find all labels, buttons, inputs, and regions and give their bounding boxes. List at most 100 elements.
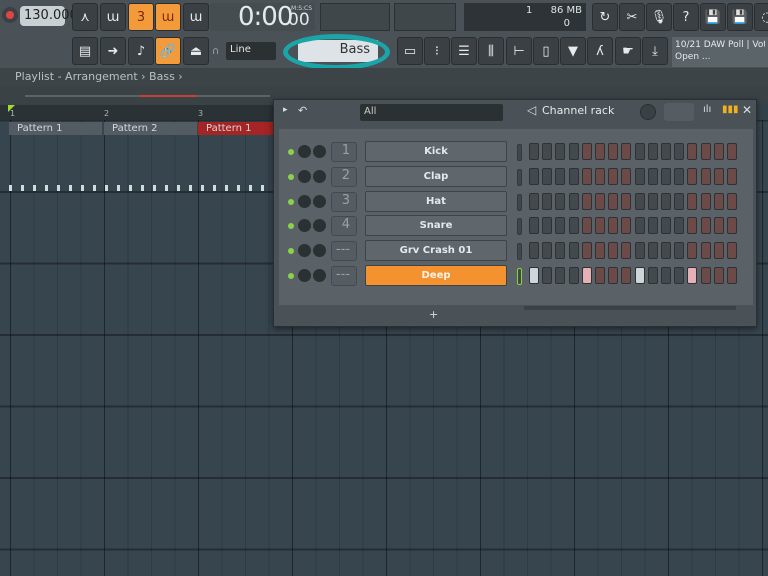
step-button[interactable] xyxy=(595,217,605,235)
record-button[interactable] xyxy=(2,7,18,23)
step-button[interactable] xyxy=(727,242,737,260)
step-button[interactable] xyxy=(687,167,698,185)
step-button[interactable] xyxy=(700,267,711,284)
scroll-thumb[interactable] xyxy=(140,95,197,97)
close-icon[interactable]: ✕ xyxy=(742,103,752,117)
step-button[interactable] xyxy=(555,242,566,260)
channel-name-button[interactable]: Deep xyxy=(365,265,507,286)
step-button[interactable] xyxy=(700,217,711,235)
step-button[interactable] xyxy=(542,143,553,160)
step-button[interactable] xyxy=(661,217,671,235)
step-button[interactable] xyxy=(647,242,658,260)
step-button[interactable] xyxy=(568,267,579,284)
step-button[interactable] xyxy=(687,242,698,260)
step-button[interactable] xyxy=(555,217,566,235)
step-button[interactable] xyxy=(634,217,645,235)
step-button[interactable] xyxy=(661,267,671,284)
step-button[interactable] xyxy=(713,267,724,284)
step-button[interactable] xyxy=(634,242,645,260)
channel-select[interactable] xyxy=(517,144,522,161)
metronome-button[interactable]: ⋏ xyxy=(72,3,98,31)
channel-name-button[interactable]: Clap xyxy=(365,165,507,187)
volume-knob[interactable] xyxy=(313,169,326,183)
step-button[interactable] xyxy=(713,143,724,160)
add-channel-button[interactable]: + xyxy=(429,308,438,321)
step-button[interactable] xyxy=(608,143,619,160)
channel-select[interactable] xyxy=(517,168,522,186)
mute-led[interactable] xyxy=(288,198,294,205)
graph-icon[interactable]: ılı xyxy=(703,104,711,115)
step-button[interactable] xyxy=(581,143,592,160)
step-button[interactable] xyxy=(713,192,724,210)
step-button[interactable] xyxy=(634,192,645,210)
step-button[interactable] xyxy=(634,167,645,185)
step-button[interactable] xyxy=(581,167,592,185)
channel-rack-button[interactable]: ☰ xyxy=(451,37,477,65)
channel-select[interactable] xyxy=(517,193,522,211)
mute-led[interactable] xyxy=(288,273,294,279)
step-button[interactable] xyxy=(621,217,632,235)
step-button[interactable] xyxy=(621,267,632,284)
step-button[interactable] xyxy=(581,192,592,210)
step-button[interactable] xyxy=(727,167,737,185)
mute-led[interactable] xyxy=(288,223,294,230)
filter-select[interactable]: All xyxy=(360,104,503,121)
step-button[interactable] xyxy=(595,242,605,260)
step-button[interactable] xyxy=(661,167,671,185)
step-button[interactable] xyxy=(568,217,579,235)
pattern-clip[interactable]: Pattern 2 xyxy=(104,122,197,135)
step-button[interactable] xyxy=(727,192,737,210)
step-button[interactable] xyxy=(568,143,579,160)
step-button[interactable] xyxy=(727,267,737,284)
timeline-ruler[interactable]: 1 2 3 xyxy=(0,105,275,120)
step-button[interactable] xyxy=(529,167,539,185)
step-button[interactable] xyxy=(542,267,553,284)
volume-knob[interactable] xyxy=(313,145,326,158)
steps-field[interactable] xyxy=(664,103,694,121)
volume-knob[interactable] xyxy=(313,244,326,258)
step-view-icon[interactable]: ▮▮▮ xyxy=(722,104,739,115)
step-button[interactable] xyxy=(555,167,566,185)
mute-led[interactable] xyxy=(288,173,294,180)
step-button[interactable] xyxy=(634,267,645,284)
save-new-version-button[interactable]: 💾 xyxy=(727,3,753,31)
step-button[interactable] xyxy=(542,167,553,185)
channel-name-button[interactable]: Grv Crash 01 xyxy=(365,240,507,262)
step-button[interactable] xyxy=(687,267,698,284)
step-button[interactable] xyxy=(621,242,632,260)
swing-knob[interactable] xyxy=(640,104,656,120)
step-button[interactable] xyxy=(687,143,698,160)
step-button[interactable] xyxy=(608,192,619,210)
step-button[interactable] xyxy=(661,143,671,160)
pan-knob[interactable] xyxy=(298,169,311,183)
mute-led[interactable] xyxy=(288,149,294,155)
step-button[interactable] xyxy=(595,267,605,284)
step-button[interactable] xyxy=(595,167,605,185)
step-button[interactable] xyxy=(713,242,724,260)
step-button[interactable] xyxy=(568,167,579,185)
step-button[interactable] xyxy=(529,217,539,235)
step-button[interactable] xyxy=(542,242,553,260)
step-button[interactable] xyxy=(674,167,685,185)
record-audio-button[interactable]: 🎙 xyxy=(646,3,672,31)
snap-select[interactable]: Line xyxy=(226,42,276,60)
step-button[interactable] xyxy=(647,192,658,210)
step-button[interactable] xyxy=(647,267,658,284)
volume-knob[interactable] xyxy=(313,269,326,282)
pan-knob[interactable] xyxy=(298,145,311,158)
step-button[interactable] xyxy=(674,267,685,284)
step-button[interactable] xyxy=(608,242,619,260)
step-button[interactable] xyxy=(674,143,685,160)
pan-knob[interactable] xyxy=(298,219,311,233)
channel-select[interactable] xyxy=(517,268,522,285)
slide-button[interactable]: ♪ xyxy=(128,37,154,65)
tips-button[interactable]: ◌ xyxy=(754,3,768,31)
download-button[interactable]: ⤓ xyxy=(642,37,668,65)
options-arrow-icon[interactable]: ▸ xyxy=(283,105,288,115)
performance-button[interactable]: ʎ xyxy=(587,37,613,65)
step-button[interactable] xyxy=(581,217,592,235)
step-button[interactable] xyxy=(700,167,711,185)
step-button[interactable] xyxy=(634,143,645,160)
step-button[interactable] xyxy=(595,192,605,210)
news-link[interactable]: Open ... xyxy=(675,51,765,63)
